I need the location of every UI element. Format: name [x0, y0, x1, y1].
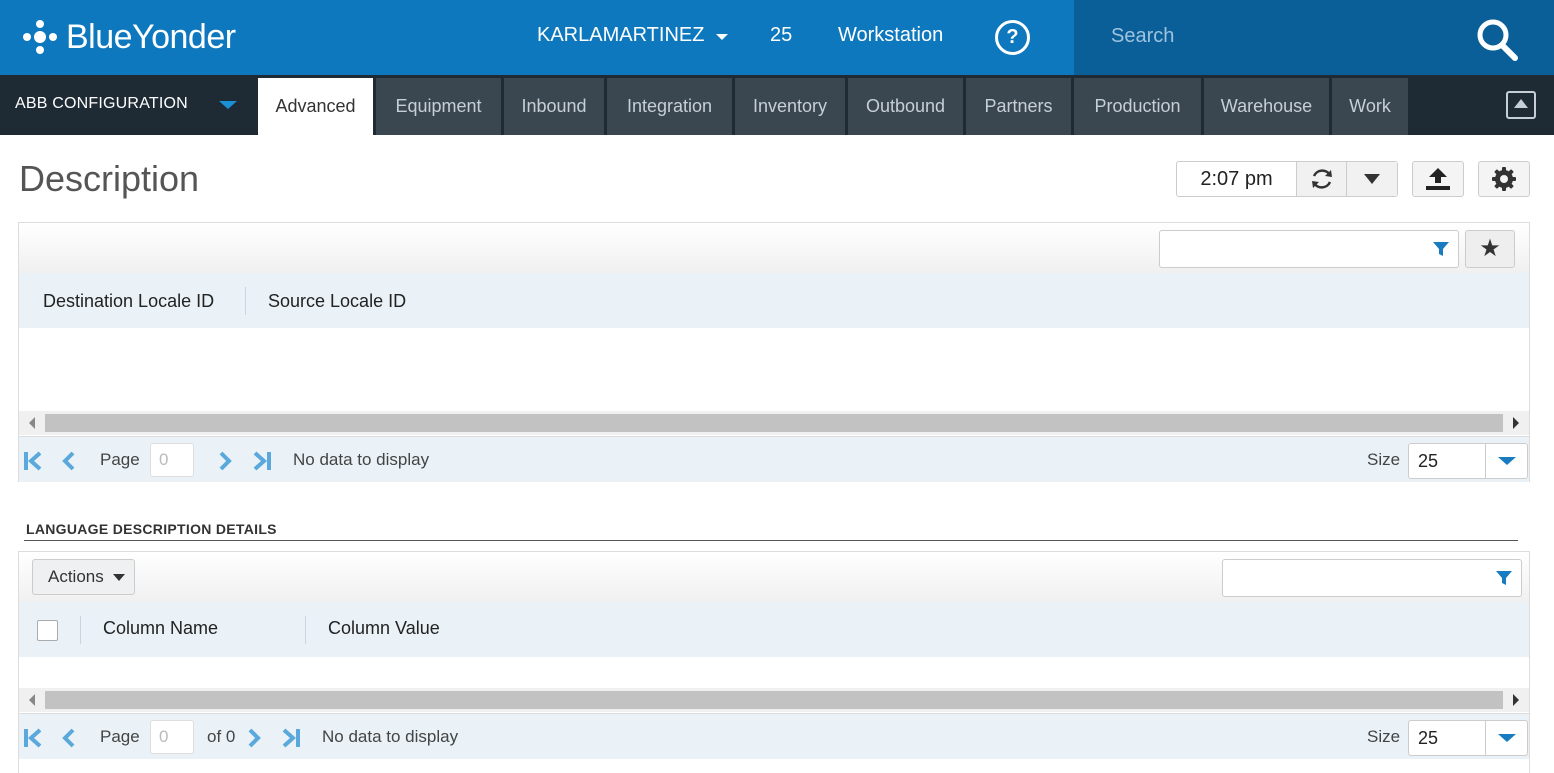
page-size-select[interactable]: 25	[1408, 720, 1528, 756]
last-page-icon[interactable]	[251, 451, 273, 471]
top-bar: BlueYonder KARLAMARTINEZ 25 Workstation …	[0, 0, 1554, 75]
column-header-column-value[interactable]: Column Value	[328, 618, 440, 639]
size-label: Size	[1367, 450, 1401, 469]
refresh-icon	[1311, 169, 1332, 189]
page-size-value: 25	[1418, 728, 1439, 748]
filter-icon[interactable]	[1495, 569, 1513, 587]
search-icon[interactable]	[1474, 16, 1520, 62]
select-all-checkbox[interactable]	[37, 620, 58, 641]
last-page-icon[interactable]	[280, 728, 302, 748]
grid-pager: Page 0 of 0 No data to display Size 25	[19, 713, 1529, 759]
scroll-right-arrow[interactable]	[1513, 417, 1519, 429]
next-page-icon[interactable]	[217, 451, 233, 471]
grid-header: Column Name Column Value	[19, 602, 1529, 657]
tab-production[interactable]: Production	[1074, 78, 1201, 135]
page-size-value: 25	[1418, 451, 1439, 471]
page-number-input[interactable]: 0	[150, 443, 194, 477]
refresh-options-button[interactable]	[1347, 162, 1397, 196]
page-label: Page	[100, 727, 140, 746]
column-header-destination-locale[interactable]: Destination Locale ID	[43, 291, 214, 312]
tab-equipment[interactable]: Equipment	[376, 78, 501, 135]
user-name: KARLAMARTINEZ	[537, 24, 705, 46]
scroll-right-arrow[interactable]	[1513, 694, 1519, 706]
column-separator[interactable]	[80, 616, 81, 644]
pager-status: No data to display	[293, 450, 430, 469]
chevron-down-icon[interactable]	[1485, 444, 1527, 478]
upload-icon	[1426, 168, 1450, 190]
page-label: Page	[100, 450, 140, 469]
refresh-button[interactable]	[1297, 162, 1347, 196]
tab-advanced[interactable]: Advanced	[258, 78, 373, 135]
workbench-selector[interactable]: ABB CONFIGURATION	[15, 95, 188, 113]
column-header-column-name[interactable]: Column Name	[103, 618, 218, 639]
workstation-link[interactable]: Workstation	[838, 24, 943, 47]
scroll-left-arrow[interactable]	[29, 694, 35, 706]
column-separator[interactable]	[245, 287, 246, 315]
gear-icon	[1492, 167, 1516, 191]
tab-warehouse[interactable]: Warehouse	[1204, 78, 1329, 135]
refresh-group: 2:07 pm	[1176, 161, 1398, 197]
export-button[interactable]	[1412, 161, 1464, 197]
first-page-icon[interactable]	[22, 451, 44, 471]
first-page-icon[interactable]	[22, 728, 44, 748]
last-refresh-time: 2:07 pm	[1177, 162, 1297, 196]
tab-outbound[interactable]: Outbound	[848, 78, 963, 135]
brand-name: BlueYonder	[66, 17, 236, 56]
scrollbar-thumb[interactable]	[45, 414, 1503, 432]
language-details-grid: Actions Column Name Column Value Page 0 …	[18, 551, 1530, 773]
tab-inventory[interactable]: Inventory	[735, 78, 845, 135]
next-page-icon[interactable]	[246, 728, 262, 748]
column-header-source-locale[interactable]: Source Locale ID	[268, 291, 406, 312]
grid-filter-input[interactable]	[1159, 230, 1459, 268]
collapse-header-icon[interactable]	[1506, 91, 1536, 119]
grid-toolbar: ★	[19, 223, 1529, 273]
horizontal-scrollbar[interactable]	[19, 411, 1529, 435]
blueyonder-logo-icon	[23, 20, 57, 54]
page-title: Description	[19, 158, 200, 199]
column-separator[interactable]	[305, 616, 306, 644]
page-size-select[interactable]: 25	[1408, 443, 1528, 479]
previous-page-icon[interactable]	[61, 451, 77, 471]
description-grid: ★ Destination Locale ID Source Locale ID…	[18, 222, 1530, 482]
previous-page-icon[interactable]	[61, 728, 77, 748]
horizontal-scrollbar[interactable]	[19, 688, 1529, 712]
grid-toolbar: Actions	[19, 552, 1529, 602]
grid-filter-input[interactable]	[1222, 559, 1522, 597]
scroll-left-arrow[interactable]	[29, 417, 35, 429]
filter-icon[interactable]	[1432, 240, 1450, 258]
chevron-down-icon	[716, 33, 729, 40]
tab-inbound[interactable]: Inbound	[504, 78, 604, 135]
actions-button[interactable]: Actions	[32, 559, 135, 595]
grid-header: Destination Locale ID Source Locale ID	[19, 273, 1529, 328]
favorite-star-icon[interactable]: ★	[1465, 230, 1515, 268]
size-label: Size	[1367, 727, 1401, 746]
page-of-label: of 0	[207, 727, 236, 746]
caret-down-icon	[1364, 174, 1380, 184]
help-icon[interactable]: ?	[995, 20, 1030, 55]
chevron-down-icon[interactable]	[1485, 721, 1527, 755]
tab-work[interactable]: Work	[1332, 78, 1408, 135]
tab-integration[interactable]: Integration	[607, 78, 732, 135]
page-number-input[interactable]: 0	[150, 720, 194, 754]
section-divider	[24, 540, 1518, 541]
search-placeholder: Search	[1111, 25, 1175, 47]
scrollbar-thumb[interactable]	[45, 691, 1503, 709]
chevron-down-icon[interactable]	[219, 101, 237, 109]
warehouse-count[interactable]: 25	[770, 24, 792, 47]
tab-partners[interactable]: Partners	[966, 78, 1071, 135]
user-menu[interactable]: KARLAMARTINEZ	[537, 24, 729, 47]
settings-button[interactable]	[1478, 161, 1530, 197]
grid-pager: Page 0 No data to display Size 25	[19, 436, 1529, 482]
pager-status: No data to display	[322, 727, 459, 746]
section-title: LANGUAGE DESCRIPTION DETAILS	[26, 521, 277, 537]
brand-logo[interactable]: BlueYonder	[22, 16, 236, 58]
